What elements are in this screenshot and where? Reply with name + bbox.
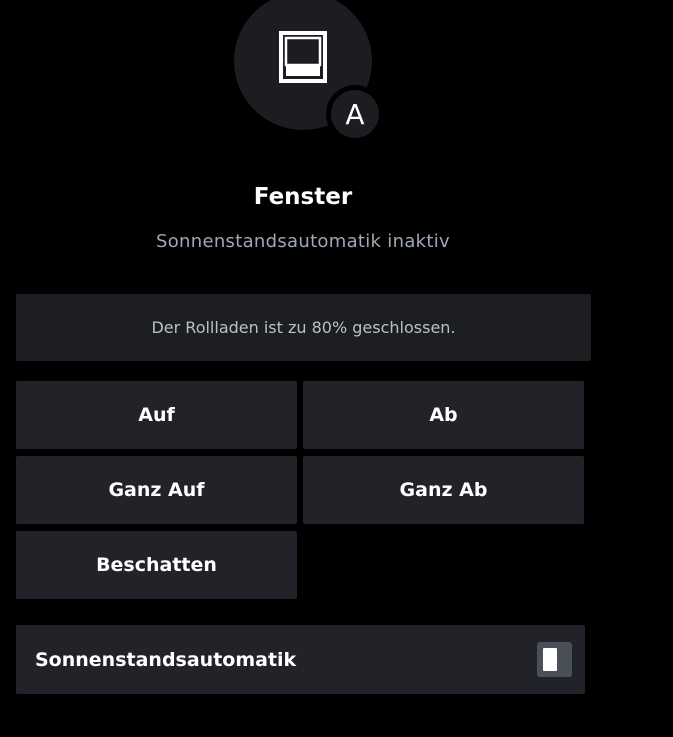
automation-mode-badge: A [326, 85, 384, 143]
toggle-knob [543, 648, 557, 671]
sun-automation-label: Sonnenstandsautomatik [35, 648, 297, 671]
fully-down-button-label: Ganz Ab [399, 479, 488, 501]
fully-up-button-label: Ganz Auf [108, 479, 205, 501]
sun-automation-toggle[interactable] [537, 642, 572, 677]
device-subtitle: Sonnenstandsautomatik inaktiv [156, 231, 450, 252]
shade-button[interactable]: Beschatten [16, 531, 297, 599]
device-detail-panel: A Fenster Sonnenstandsautomatik inaktiv … [0, 0, 673, 737]
device-title: Fenster [253, 184, 353, 210]
mode-badge-letter: A [331, 90, 379, 138]
fully-down-button[interactable]: Ganz Ab [303, 456, 584, 524]
shutter-status-box: Der Rollladen ist zu 80% geschlossen. [16, 294, 591, 361]
fully-up-button[interactable]: Ganz Auf [16, 456, 297, 524]
roller-shutter-icon [279, 31, 327, 83]
shutter-status-text: Der Rollladen ist zu 80% geschlossen. [151, 318, 456, 337]
shade-button-label: Beschatten [96, 554, 217, 576]
down-button-label: Ab [429, 404, 458, 426]
up-button[interactable]: Auf [16, 381, 297, 449]
down-button[interactable]: Ab [303, 381, 584, 449]
up-button-label: Auf [138, 404, 175, 426]
sun-automation-row: Sonnenstandsautomatik [16, 625, 585, 694]
